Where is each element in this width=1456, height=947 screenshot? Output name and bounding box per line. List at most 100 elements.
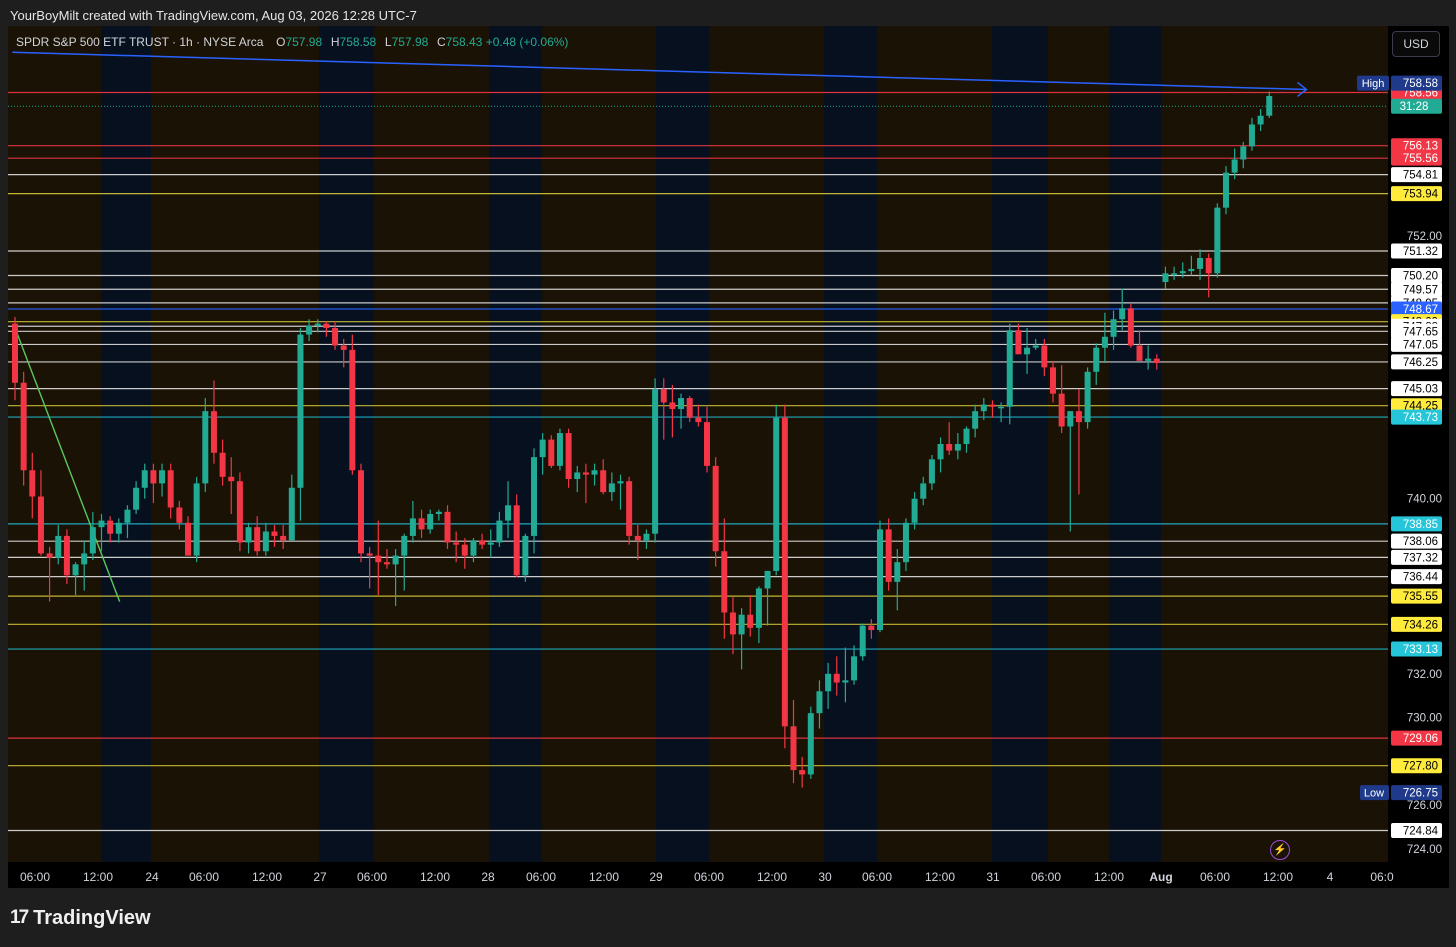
candle-body [98,520,105,528]
level-price-text: 753.94 [1403,189,1439,201]
candle-body [427,514,434,530]
level-price-text: 738.85 [1403,519,1438,531]
candle-body [479,540,486,545]
candle-body [453,542,460,545]
session-band [1109,26,1161,862]
candle-body [1153,358,1160,364]
candle-body [280,535,287,541]
time-tick-label: Aug [1149,870,1172,884]
candle-body [617,481,624,484]
chart-pane[interactable]: 724.00 726.00 730.00 732.00 740.00 752.00 758.… [8,26,1449,888]
candle-body [911,498,918,523]
price-chart[interactable]: 724.00 726.00 730.00 732.00 740.00 752.00 758.… [8,26,1449,888]
time-tick-label: 12:00 [83,870,113,884]
candle-body [1197,257,1204,269]
level-price-text: 738.06 [1403,536,1438,548]
candle-body [159,470,166,484]
high-value: 758.58 [339,35,377,49]
brand-name: TradingView [33,906,151,929]
lightning-icon[interactable]: ⚡ [1270,840,1290,860]
level-price-text: 750.20 [1403,270,1438,282]
time-tick-label: 4 [1327,870,1334,884]
candle-body [496,520,503,543]
candle-body [392,555,399,565]
candle-body [1067,411,1074,427]
candle-body [1093,347,1100,372]
candle-body [461,544,468,556]
time-tick-label: 06:00 [526,870,556,884]
candle-body [1101,336,1108,348]
candle-body [12,323,18,383]
candle-body [444,511,451,543]
high-label: High [1362,78,1385,90]
candle-body [20,382,27,471]
time-tick-label: 06:00 [1031,870,1061,884]
candle-body [556,433,563,466]
tradingview-logo-icon: 17 [10,907,29,928]
candle-body [1248,124,1255,147]
candle-body [254,527,261,552]
candle-body [1257,115,1264,125]
candle-body [652,389,659,534]
candle-body [1127,308,1134,346]
price-tick-label: 726.00 [1407,800,1442,812]
session-band [101,26,151,862]
candle-body [219,452,226,477]
candle-body [600,470,607,493]
candle-body [963,428,970,444]
time-tick-label: 24 [145,870,159,884]
price-tick-label: 730.00 [1407,713,1442,725]
level-price-text: 733.13 [1403,644,1438,656]
candle-body [1240,146,1247,160]
candle-body [487,542,494,545]
level-price-text: 746.25 [1403,357,1438,369]
candle-body [669,402,676,409]
time-tick-label: 06:00 [357,870,387,884]
candle-body [115,522,122,534]
candle-body [972,411,979,429]
candle-body [89,527,96,554]
time-axis: 06:00 12:00 24 06:00 12:00 27 06:00 12:00 28 06:0… [8,862,1449,888]
candle-body [366,553,373,556]
candle-body [773,417,780,571]
candle-body [764,570,771,589]
close-value: 758.43 [445,35,483,49]
candle-body [747,614,754,628]
candle-body [185,522,191,556]
price-tick-label: 740.00 [1407,494,1442,506]
session-band [319,26,374,862]
time-tick-label: 30 [818,870,832,884]
candle-body [176,507,183,523]
candle-body [1231,159,1238,173]
level-price-text: 747.05 [1403,339,1438,351]
candle-body [193,483,200,556]
candle-body [1145,358,1152,361]
candle-body [245,527,252,543]
session-band [151,26,319,862]
candle-body [323,323,330,329]
candle-body [998,406,1005,409]
time-tick-label: 12:00 [757,870,787,884]
candle-body [522,535,529,576]
candle-body [383,562,390,565]
candle-body [435,511,442,515]
candle-body [1171,273,1178,275]
candle-body [902,522,909,563]
candle-body [141,470,148,488]
currency-button[interactable]: USD [1392,31,1440,57]
high-label: H [330,35,340,49]
level-price-text: 754.81 [1403,170,1438,182]
session-band [877,26,992,862]
candle-body [1223,172,1229,208]
candle-body [790,726,797,771]
session-band [992,26,1048,862]
time-tick-label: 12:00 [1094,870,1124,884]
time-tick-label: 06:0 [1370,870,1394,884]
candle-body [721,551,728,613]
candle-body [712,465,719,552]
candle-body [262,531,269,552]
candle-body [704,422,710,466]
session-band [709,26,824,862]
session-band [1161,26,1218,862]
time-tick-label: 27 [313,870,327,884]
